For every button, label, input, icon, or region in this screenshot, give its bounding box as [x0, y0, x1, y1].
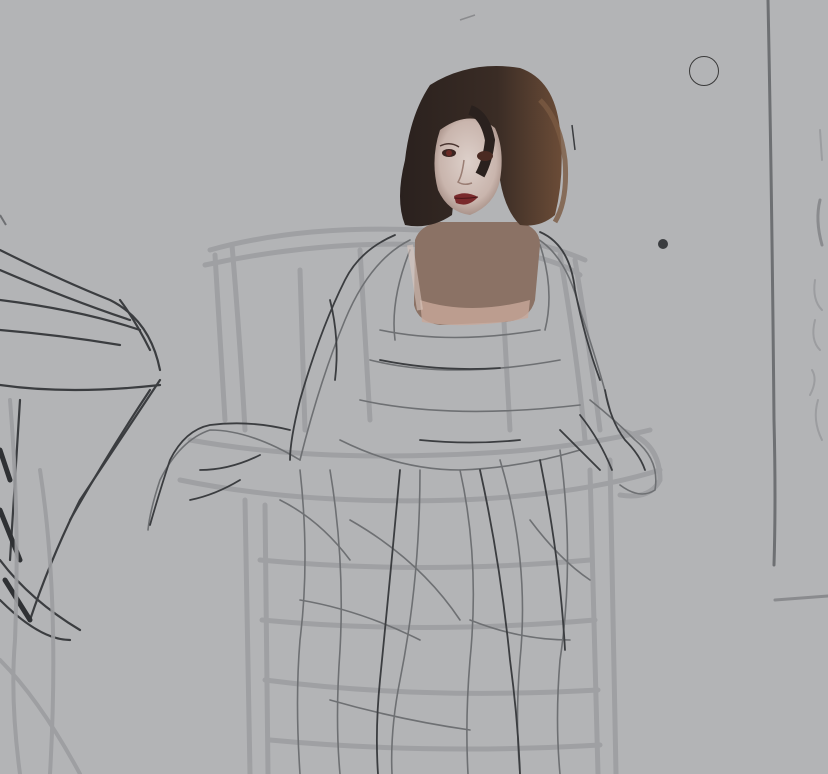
sketch-artwork [0, 0, 828, 774]
drawing-canvas[interactable] [0, 0, 828, 774]
left-figure-sketch [0, 248, 162, 642]
right-edge-sketch [766, 0, 828, 602]
